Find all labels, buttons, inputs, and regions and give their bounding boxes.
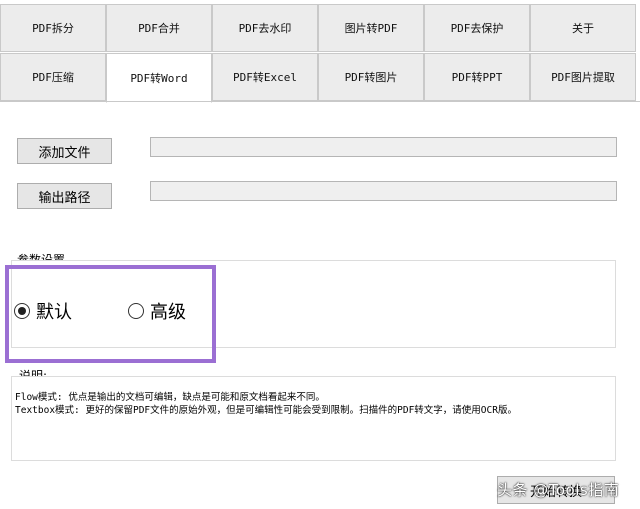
tab-pdf-split[interactable]: PDF拆分 [0, 4, 106, 52]
tab-pdf-to-image[interactable]: PDF转图片 [318, 53, 424, 101]
highlight-box [5, 265, 216, 363]
description-line-1: Flow模式: 优点是输出的文档可编辑，缺点是可能和原文档看起来不同。 [15, 392, 325, 403]
tab-pdf-to-excel[interactable]: PDF转Excel [212, 53, 318, 101]
tab-pdf-merge[interactable]: PDF合并 [106, 4, 212, 52]
tab-row-1: PDF拆分 PDF合并 PDF去水印 图片转PDF PDF去保护 关于 [0, 4, 636, 52]
tab-row-2: PDF压缩 PDF转Word PDF转Excel PDF转图片 PDF转PPT … [0, 53, 636, 103]
tab-pdf-remove-watermark[interactable]: PDF去水印 [212, 4, 318, 52]
watermark-text: 头条 @Tools指南 [497, 481, 620, 499]
tab-pdf-remove-protection[interactable]: PDF去保护 [424, 4, 530, 52]
tab-about[interactable]: 关于 [530, 4, 636, 52]
description-box [11, 376, 616, 461]
tab-content-border [0, 101, 640, 102]
tab-pdf-to-ppt[interactable]: PDF转PPT [424, 53, 530, 101]
description-line-2: Textbox模式: 更好的保留PDF文件的原始外观，但是可编辑性可能会受到限制… [15, 405, 517, 416]
tab-pdf-to-word[interactable]: PDF转Word [106, 53, 212, 103]
file-path-field[interactable] [150, 137, 617, 157]
tab-pdf-compress[interactable]: PDF压缩 [0, 53, 106, 101]
tab-image-to-pdf[interactable]: 图片转PDF [318, 4, 424, 52]
output-path-field[interactable] [150, 181, 617, 201]
add-file-button[interactable]: 添加文件 [17, 138, 112, 164]
tab-pdf-image-extract[interactable]: PDF图片提取 [530, 53, 636, 101]
output-path-button[interactable]: 输出路径 [17, 183, 112, 209]
